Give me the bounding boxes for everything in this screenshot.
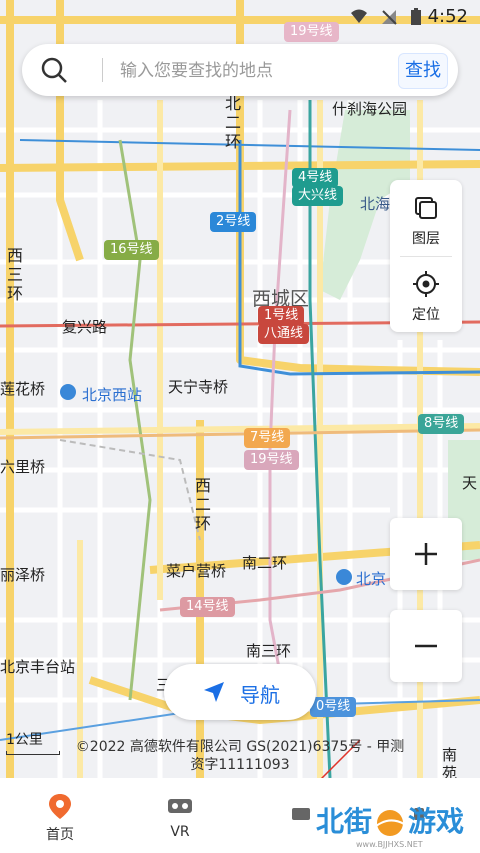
label-tian: 天	[462, 474, 478, 492]
status-bar: 4:52	[0, 0, 480, 34]
minus-icon	[415, 644, 437, 648]
line-8-badge: 8号线	[418, 414, 465, 434]
locate-icon	[413, 271, 439, 297]
map-tools-panel: 图层 定位	[390, 180, 462, 332]
line-2-badge: 2号线	[210, 212, 257, 232]
locate-button[interactable]: 定位	[390, 256, 462, 332]
zoom-out-button[interactable]	[390, 610, 462, 682]
search-bar[interactable]: 查找	[22, 44, 458, 96]
zoom-in-button[interactable]	[390, 518, 462, 590]
label-beijing-south: 北京	[356, 570, 387, 588]
label-west3ring: 西三环	[6, 246, 23, 303]
line-batong-badge: 八通线	[258, 324, 310, 344]
line-daxing-badge: 大兴线	[292, 186, 344, 206]
status-time: 4:52	[427, 6, 468, 27]
label-fengtai: 北京丰台站	[0, 658, 76, 676]
plus-icon	[415, 543, 437, 565]
locate-label: 定位	[412, 307, 440, 323]
layers-button[interactable]: 图层	[390, 180, 462, 256]
map-copyright: ©2022 高德软件有限公司 GS(2021)6375号 - 甲测 资字1111…	[40, 738, 440, 774]
line-10-badge: 0号线	[310, 697, 357, 717]
label-north2ring: 北二环	[224, 94, 241, 151]
navigation-button[interactable]: 导航	[164, 664, 316, 720]
search-icon	[41, 57, 67, 83]
label-lizeqiao: 丽泽桥	[0, 566, 46, 584]
station-icon	[60, 384, 76, 400]
line-19-mid-badge: 19号线	[244, 450, 299, 470]
line-7-badge: 7号线	[244, 428, 291, 448]
tab-icon	[292, 808, 310, 820]
vr-headset-icon	[168, 799, 192, 813]
label-south2ring: 南二环	[242, 554, 288, 572]
tab-home[interactable]: 首页	[0, 778, 120, 853]
watermark-url: www.BJJHXS.NET	[356, 840, 423, 849]
label-lianhuaqiao: 莲花桥	[0, 380, 46, 398]
line-16-badge: 16号线	[104, 240, 159, 260]
tab-vr[interactable]: VR	[120, 778, 240, 853]
copyright-line-1: ©2022 高德软件有限公司 GS(2021)6375号 - 甲测	[75, 739, 405, 755]
layers-icon	[415, 197, 437, 219]
label-beijing-west: 北京西站	[82, 386, 143, 404]
label-liuliqiao: 六里桥	[0, 458, 46, 476]
label-tianningsi: 天宁寺桥	[168, 378, 229, 396]
line-14-badge: 14号线	[180, 597, 235, 617]
battery-icon	[411, 8, 421, 25]
tab-home-label: 首页	[46, 827, 74, 843]
signal-icon	[382, 10, 397, 25]
station-icon	[336, 569, 352, 585]
label-south3ring: 南三环	[246, 642, 292, 660]
map-scale: 1公里	[6, 729, 60, 755]
line-1-badge: 1号线	[258, 306, 305, 326]
tab-vr-label: VR	[170, 824, 190, 840]
label-west2ring: 西二环	[194, 476, 211, 533]
search-button[interactable]: 查找	[398, 53, 448, 89]
line-4-badge: 4号线	[292, 168, 339, 188]
label-fuxinglu: 复兴路	[62, 318, 108, 336]
label-shichahai: 什刹海公园	[332, 100, 408, 118]
label-yuan: 苑	[442, 764, 458, 778]
watermark-logo: 北街 游戏	[316, 800, 464, 840]
watermark-text-2: 游戏	[408, 805, 465, 838]
search-input[interactable]	[118, 56, 412, 86]
wifi-icon	[351, 9, 367, 23]
navigation-arrow-icon	[204, 682, 224, 702]
copyright-line-2: 资字11111093	[190, 757, 290, 773]
location-pin-icon	[49, 794, 71, 819]
scale-label: 1公里	[6, 732, 43, 748]
watermark-text-1: 北街	[316, 805, 373, 838]
label-caihuying: 菜户营桥	[166, 562, 227, 580]
search-divider	[102, 58, 103, 82]
label-beihai: 北海	[360, 195, 391, 213]
watermark-sun-icon	[375, 810, 405, 836]
navigation-label: 导航	[240, 683, 280, 707]
layers-label: 图层	[412, 231, 440, 247]
